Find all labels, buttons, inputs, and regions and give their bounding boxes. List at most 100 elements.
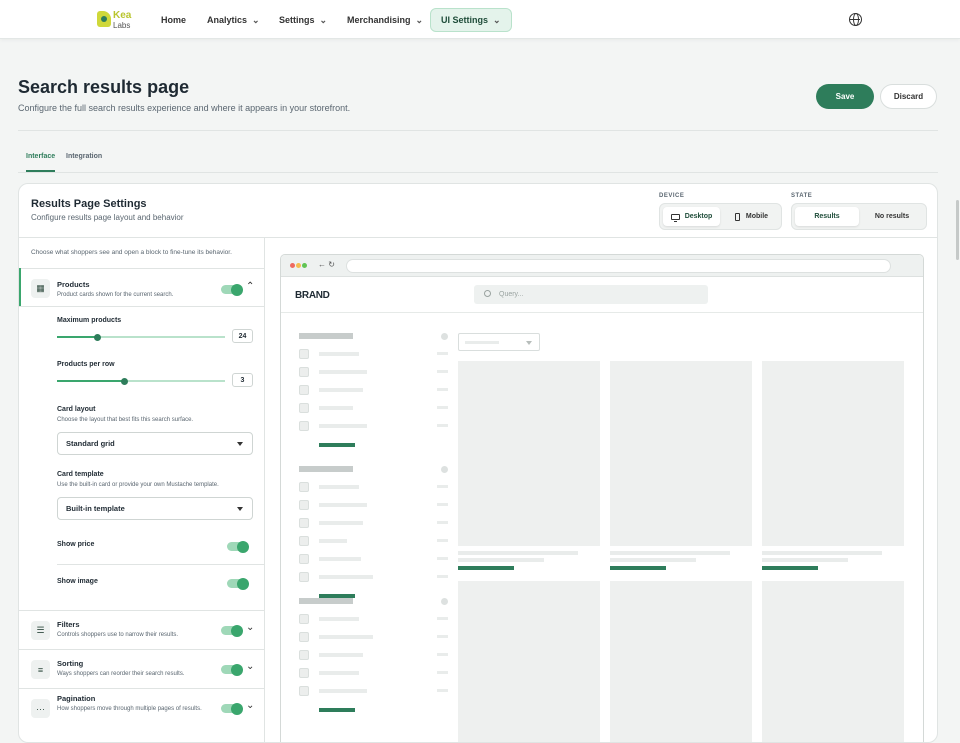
chevron-down-icon: ⌄	[493, 14, 501, 25]
kea-logo-icon	[97, 11, 111, 27]
products-toggle[interactable]	[221, 283, 243, 296]
tab-interface[interactable]: Interface	[26, 153, 56, 172]
search-icon	[484, 290, 491, 297]
device-desktop-option[interactable]: Desktop	[663, 207, 720, 226]
facet-option-count	[437, 503, 448, 506]
nav-home[interactable]: Home	[151, 8, 196, 32]
product-card-image	[610, 361, 752, 546]
brand-logo[interactable]: Kea Labs	[97, 10, 137, 32]
max-products-label: Maximum products	[57, 317, 122, 324]
facet-group-title	[299, 466, 353, 472]
products-per-row-slider[interactable]	[57, 377, 225, 385]
facet-option-count	[437, 485, 448, 488]
facet-option-count	[437, 557, 448, 560]
products-desc: Product cards shown for the current sear…	[57, 292, 174, 298]
show-image-toggle[interactable]	[227, 577, 249, 590]
settings-panel: Choose what shoppers see and open a bloc…	[19, 238, 265, 742]
device-mobile-option[interactable]: Mobile	[723, 207, 780, 226]
facet-checkbox	[299, 668, 309, 678]
show-price-toggle[interactable]	[227, 540, 249, 553]
product-card-title	[610, 551, 730, 555]
chevron-down-icon[interactable]: ⌄	[246, 622, 254, 633]
chevron-down-icon[interactable]: ⌄	[246, 700, 254, 711]
facet-checkbox	[299, 403, 309, 413]
url-bar	[346, 259, 891, 273]
max-products-slider[interactable]	[57, 333, 225, 341]
preview-header-divider	[281, 312, 923, 313]
facet-option-label	[319, 485, 359, 489]
products-per-row-input[interactable]: 3	[232, 373, 253, 387]
tab-integration[interactable]: Integration	[66, 153, 102, 160]
panel-hint: Choose what shoppers see and open a bloc…	[31, 249, 232, 256]
facet-checkbox	[299, 554, 309, 564]
facet-checkbox	[299, 482, 309, 492]
sort-lines-icon: ≡	[31, 660, 50, 679]
sorting-section[interactable]: ≡ Sorting Ways shoppers can reorder thei…	[19, 649, 265, 688]
facet-option-label	[319, 635, 373, 639]
caret-down-icon	[526, 341, 532, 345]
nav-merchandising[interactable]: Merchandising ⌄	[337, 8, 433, 32]
card-template-select[interactable]: Built-in template	[57, 497, 253, 520]
preview-search-input: Query...	[474, 285, 708, 304]
back-refresh-icon: ← ↻	[318, 260, 335, 269]
card-template-value: Built-in template	[66, 504, 125, 513]
max-products-input[interactable]: 24	[232, 329, 253, 343]
product-card-subtitle	[458, 558, 544, 562]
page-scrollbar[interactable]	[956, 200, 959, 260]
sorting-title: Sorting	[57, 659, 84, 668]
product-card-title	[458, 551, 578, 555]
card-layout-select[interactable]: Standard grid	[57, 432, 253, 455]
device-toggle: Desktop Mobile	[659, 203, 782, 230]
facet-option-label	[319, 575, 373, 579]
discard-button[interactable]: Discard	[880, 84, 937, 109]
state-no-results-option[interactable]: No results	[860, 207, 924, 226]
card-template-desc: Use the built-in card or provide your ow…	[57, 482, 219, 488]
facet-checkbox	[299, 686, 309, 696]
facet-option-count	[437, 352, 448, 355]
facet-option-count	[437, 521, 448, 524]
facet-option-label	[319, 503, 367, 507]
facet-option-count	[437, 617, 448, 620]
facet-option-label	[319, 557, 361, 561]
facet-option-label	[319, 671, 359, 675]
filters-toggle[interactable]	[221, 624, 243, 637]
facet-option-label	[319, 617, 359, 621]
facet-option-label	[319, 521, 363, 525]
facet-checkbox	[299, 614, 309, 624]
facet-checkbox	[299, 572, 309, 582]
preview-sort-dropdown	[458, 333, 540, 351]
show-price-label: Show price	[57, 541, 95, 548]
sorting-desc: Ways shoppers can reorder their search r…	[57, 671, 185, 677]
facet-show-more	[319, 443, 355, 447]
nav-analytics[interactable]: Analytics ⌄	[197, 8, 270, 32]
chevron-up-icon[interactable]: ⌃	[246, 281, 254, 292]
page-title: Search results page	[18, 77, 190, 97]
browser-bar: ← ↻	[281, 255, 923, 277]
pagination-section[interactable]: ··· Pagination How shoppers move through…	[19, 688, 265, 742]
nav-ui-settings-label: UI Settings	[441, 15, 489, 25]
products-per-row-slider-handle[interactable]	[120, 377, 128, 385]
more-dots-icon: ···	[31, 699, 50, 718]
top-navigation-bar: Kea Labs Home Analytics ⌄ Settings ⌄ Merch…	[0, 0, 960, 39]
nav-merchandising-label: Merchandising	[347, 15, 411, 25]
pagination-toggle[interactable]	[221, 702, 243, 715]
price-divider	[57, 564, 265, 565]
nav-settings[interactable]: Settings ⌄	[269, 8, 337, 32]
state-results-option[interactable]: Results	[795, 207, 859, 226]
save-button[interactable]: Save	[816, 84, 874, 109]
max-products-slider-handle[interactable]	[93, 333, 101, 341]
sorting-toggle[interactable]	[221, 663, 243, 676]
facet-checkbox	[299, 385, 309, 395]
chevron-down-icon[interactable]: ⌄	[246, 661, 254, 672]
filters-section[interactable]: ☰ Filters Controls shoppers use to narro…	[19, 610, 265, 649]
facet-option-count	[437, 424, 448, 427]
preview-dropdown-placeholder	[465, 341, 499, 344]
mobile-icon	[734, 212, 740, 221]
globe-icon[interactable]	[849, 13, 862, 26]
nav-ui-settings[interactable]: UI Settings ⌄	[430, 8, 512, 32]
nav-settings-label: Settings	[279, 15, 315, 25]
facet-option-count	[437, 539, 448, 542]
facet-checkbox	[299, 500, 309, 510]
products-title: Products	[57, 280, 90, 289]
product-card-subtitle	[762, 558, 848, 562]
